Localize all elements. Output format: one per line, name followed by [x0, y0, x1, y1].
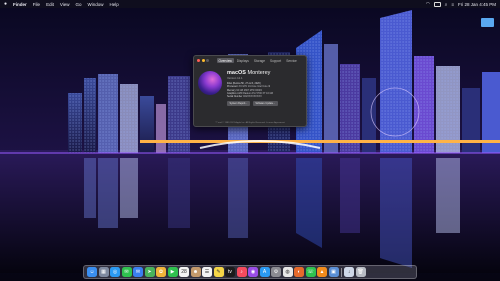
spec-serial: Serial Number C02XXXXXXXXX — [227, 95, 262, 99]
menu-go[interactable]: Go — [76, 2, 82, 7]
tab-displays[interactable]: Displays — [235, 58, 251, 63]
vlc-icon[interactable]: ▲ — [317, 267, 327, 277]
menu-help[interactable]: Help — [110, 2, 119, 7]
system-preferences-icon[interactable]: ⚙ — [271, 267, 281, 277]
messages-icon[interactable]: ✉ — [121, 267, 132, 277]
notes-icon[interactable]: ✎ — [213, 267, 224, 277]
tab-bar: Overview Displays Storage Support Servic… — [216, 57, 299, 64]
desktop-wallpaper — [0, 8, 500, 273]
music-icon[interactable]: ♪ — [236, 267, 247, 277]
tab-overview[interactable]: Overview — [216, 57, 234, 64]
chrome-icon[interactable]: ◍ — [282, 267, 293, 277]
window-titlebar[interactable]: Overview Displays Storage Support Servic… — [194, 56, 306, 65]
apple-menu-icon[interactable]: ● — [4, 1, 7, 7]
menu-file[interactable]: File — [33, 2, 40, 7]
photos-icon[interactable]: ✿ — [156, 267, 166, 277]
app-store-icon[interactable]: A — [259, 267, 270, 277]
tab-storage[interactable]: Storage — [252, 58, 267, 63]
safari-icon[interactable]: ◎ — [110, 267, 120, 277]
search-icon[interactable]: ⌕ — [445, 2, 448, 7]
trash-icon[interactable]: 🗑 — [355, 267, 366, 277]
preview-icon[interactable]: ▣ — [328, 267, 339, 277]
whatsapp-icon[interactable]: ☏ — [305, 267, 316, 277]
control-center-icon[interactable]: ≡ — [451, 2, 454, 7]
tab-support[interactable]: Support — [268, 58, 283, 63]
dock-separator — [341, 267, 342, 277]
tv-icon[interactable]: tv — [225, 267, 235, 277]
podcasts-icon[interactable]: ◉ — [248, 267, 258, 277]
macos-logo-icon — [198, 71, 222, 95]
wifi-icon[interactable]: ◠ — [426, 1, 430, 7]
menu-edit[interactable]: Edit — [46, 2, 54, 7]
mail-icon[interactable]: ✉ — [133, 267, 143, 277]
close-button[interactable] — [197, 59, 200, 62]
menu-window[interactable]: Window — [88, 2, 104, 7]
launchpad-icon[interactable]: ▦ — [98, 267, 109, 277]
finder-icon[interactable]: ☺ — [87, 267, 97, 277]
menu-view[interactable]: View — [60, 2, 70, 7]
menu-clock[interactable]: Fri 28 Jan 4:45 PM — [458, 2, 496, 7]
reminders-icon[interactable]: ☰ — [202, 267, 212, 277]
dock: ☺ ▦ ◎ ✉ ✉ ➤ ✿ ▶ 28 ☻ ☰ ✎ tv ♪ ◉ A ⚙ ◍ ◐ ☏ ▲ ▣ ↓ 🗑 — [83, 265, 417, 279]
menu-finder[interactable]: Finder — [13, 2, 27, 7]
maps-icon[interactable]: ➤ — [144, 267, 155, 277]
battery-icon[interactable] — [433, 1, 441, 7]
facetime-icon[interactable]: ▶ — [167, 267, 178, 277]
firefox-icon[interactable]: ◐ — [294, 267, 304, 277]
about-this-mac-window: Overview Displays Storage Support Servic… — [193, 55, 307, 127]
contacts-icon[interactable]: ☻ — [190, 267, 201, 277]
menu-bar: ● Finder File Edit View Go Window Help ◠… — [0, 0, 500, 8]
software-update-button[interactable]: Software Update... — [252, 101, 278, 106]
calendar-icon[interactable]: 28 — [179, 267, 189, 277]
minimize-button[interactable] — [201, 59, 205, 62]
tab-service[interactable]: Service — [284, 58, 299, 63]
system-report-button[interactable]: System Report... — [227, 101, 250, 106]
os-version: Version 12.1 — [227, 76, 243, 80]
zoom-button[interactable] — [206, 59, 209, 62]
downloads-folder-icon[interactable]: ↓ — [344, 267, 355, 277]
copyright-footer: ™ and © 1983-2021 Apple Inc. All Rights … — [215, 122, 285, 124]
